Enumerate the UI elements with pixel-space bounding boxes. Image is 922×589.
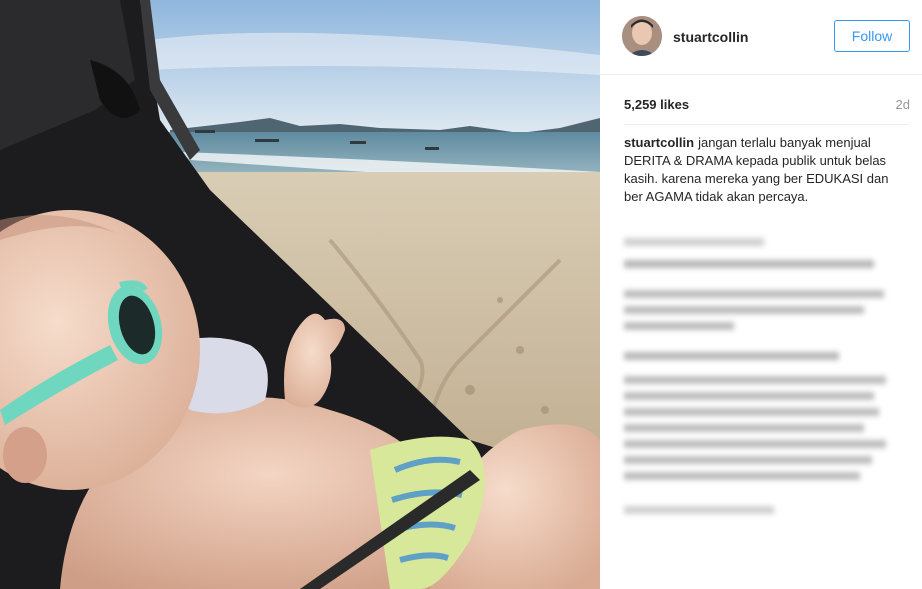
comment-blur xyxy=(624,352,839,360)
likes-count[interactable]: 5,259 likes xyxy=(624,97,689,112)
divider xyxy=(624,124,910,125)
comment-blur xyxy=(624,408,879,416)
post-age[interactable]: 2d xyxy=(896,97,910,112)
blurred-comments xyxy=(624,230,910,522)
comment-blur xyxy=(624,376,886,384)
avatar-image xyxy=(622,16,662,56)
comment-blur xyxy=(624,506,774,514)
comment-blur xyxy=(624,424,864,432)
comment-blur xyxy=(624,306,864,314)
comment-blur xyxy=(624,238,764,246)
likes-row: 5,259 likes 2d xyxy=(624,97,910,117)
caption-username[interactable]: stuartcollin xyxy=(624,135,694,150)
comment-blur xyxy=(624,290,884,298)
comment-blur xyxy=(624,456,872,464)
comment-blur xyxy=(624,322,734,330)
post-photo[interactable] xyxy=(0,0,600,589)
comment-blur xyxy=(624,440,886,448)
follow-button[interactable]: Follow xyxy=(834,20,910,52)
post-caption: stuartcollin jangan terlalu banyak menjua… xyxy=(624,134,902,206)
post-header: stuartcollin Follow xyxy=(600,0,922,75)
comment-blur xyxy=(624,260,874,268)
comment-blur xyxy=(624,392,874,400)
post-side-panel: stuartcollin Follow 5,259 likes 2d stuar… xyxy=(600,0,922,589)
post-photo-art xyxy=(0,0,600,589)
comment-blur xyxy=(624,472,860,480)
username-link[interactable]: stuartcollin xyxy=(673,29,748,45)
avatar[interactable] xyxy=(622,16,662,56)
